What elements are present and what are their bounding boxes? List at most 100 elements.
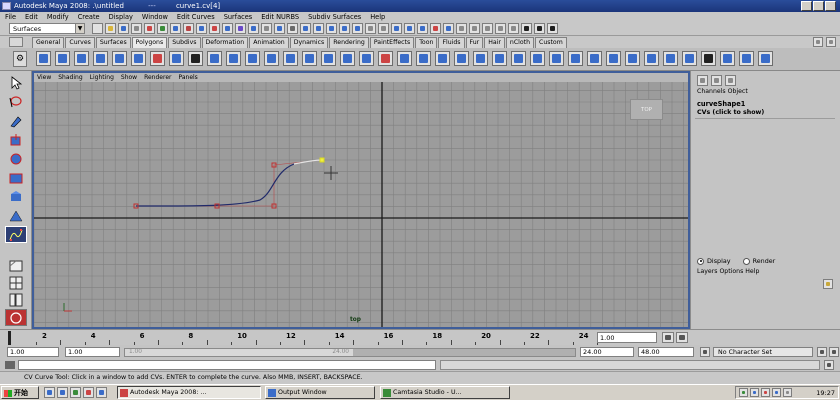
checker-icon-2[interactable] <box>534 23 545 34</box>
go-to-start-icon[interactable] <box>662 332 674 343</box>
viewport-menu-renderer[interactable]: Renderer <box>144 73 171 82</box>
paint-select-tool[interactable] <box>5 112 27 129</box>
layer-menus[interactable]: Layers Options Help <box>697 268 759 275</box>
menu-subdiv-surfaces[interactable]: Subdiv Surfaces <box>308 12 361 22</box>
shelf-polygon-tool-icon-12[interactable] <box>245 51 260 66</box>
channel-box-icon[interactable] <box>697 75 708 86</box>
shelf-polygon-tool-icon-38[interactable] <box>739 51 754 66</box>
shelf-polygon-tool-icon-14[interactable] <box>283 51 298 66</box>
anim-settings-icon[interactable] <box>829 347 839 357</box>
render-settings-icon[interactable] <box>443 23 454 34</box>
shelf-polygon-tool-icon-20[interactable] <box>397 51 412 66</box>
scale-tool[interactable] <box>5 169 27 186</box>
manipulator-tool[interactable] <box>5 188 27 205</box>
shelf-tab-deformation[interactable]: Deformation <box>201 37 249 48</box>
shelf-polygon-tool-icon-9[interactable] <box>188 51 203 66</box>
viewport-menu-show[interactable]: Show <box>121 73 137 82</box>
lock-selection-icon[interactable] <box>274 23 285 34</box>
shelf-polygon-tool-icon-37[interactable] <box>720 51 735 66</box>
menu-edit-curves[interactable]: Edit Curves <box>177 12 215 22</box>
gear-icon[interactable]: ⚙ <box>13 51 27 67</box>
lasso-tool[interactable] <box>5 93 27 110</box>
last-tool[interactable] <box>5 226 27 243</box>
select-joints-icon[interactable] <box>183 23 194 34</box>
soft-mod-tool[interactable] <box>5 207 27 224</box>
shelf-polygon-tool-icon-34[interactable] <box>663 51 678 66</box>
shelf-polygon-tool-icon-8[interactable] <box>169 51 184 66</box>
viewport-canvas[interactable]: TOP top <box>34 82 688 327</box>
shelf-tab-curves[interactable]: Curves <box>65 37 95 48</box>
checker-icon[interactable] <box>521 23 532 34</box>
shelf-polygon-tool-icon-22[interactable] <box>435 51 450 66</box>
shelf-polygon-tool-icon-39[interactable] <box>758 51 773 66</box>
viewport-menu-view[interactable]: View <box>37 73 51 82</box>
step-back-icon[interactable] <box>676 332 688 343</box>
mel-toggle-button[interactable] <box>5 361 15 369</box>
menu-file[interactable]: File <box>5 12 16 22</box>
shelf-tab-animation[interactable]: Animation <box>249 37 289 48</box>
shelf-polygon-tool-icon-15[interactable] <box>302 51 317 66</box>
view-cube-top[interactable]: TOP <box>630 99 663 120</box>
maximize-button[interactable] <box>813 1 824 11</box>
shelf-polygon-tool-icon-25[interactable] <box>492 51 507 66</box>
task-camtasia[interactable]: Camtasia Studio - U... <box>380 386 510 399</box>
make-live-icon[interactable] <box>352 23 363 34</box>
snap-view-plane-icon[interactable] <box>339 23 350 34</box>
render-current-icon[interactable] <box>417 23 428 34</box>
shelf-tab-fur[interactable]: Fur <box>465 37 484 48</box>
select-hierarchy-icon[interactable] <box>131 23 142 34</box>
range-handle[interactable]: 1.00 24.00 <box>125 349 353 356</box>
tool-settings-icon-2[interactable] <box>725 75 736 86</box>
shelf-polygon-tool-icon-17[interactable] <box>340 51 355 66</box>
select-object-icon[interactable] <box>144 23 155 34</box>
cvs-click-to-show[interactable]: CVs (click to show) <box>697 109 764 116</box>
shelf-polygon-tool-icon-16[interactable] <box>321 51 336 66</box>
shelf-polygon-tool-icon-3[interactable] <box>74 51 89 66</box>
select-tool[interactable] <box>5 74 27 91</box>
shelf-polygon-tool-icon-32[interactable] <box>625 51 640 66</box>
playback-end-field[interactable]: 24.00 <box>580 347 634 357</box>
shelf-polygon-tool-icon-31[interactable] <box>606 51 621 66</box>
four-pane-layout[interactable] <box>5 274 27 291</box>
move-tool[interactable] <box>5 131 27 148</box>
command-input[interactable] <box>18 360 436 370</box>
save-scene-icon[interactable] <box>118 23 129 34</box>
shelf-polygon-tool-icon-27[interactable] <box>530 51 545 66</box>
tray-icon-2[interactable] <box>750 388 759 397</box>
close-button[interactable] <box>825 1 836 11</box>
shelf-polygon-tool-icon-21[interactable] <box>416 51 431 66</box>
construction-history-icon[interactable] <box>391 23 402 34</box>
shelf-polygon-tool-icon-29[interactable] <box>568 51 583 66</box>
menu-modify[interactable]: Modify <box>47 12 69 22</box>
shelf-options-icon[interactable] <box>813 37 823 47</box>
shelf-polygon-tool-icon-19[interactable] <box>378 51 393 66</box>
outliner-layout[interactable] <box>5 291 27 308</box>
render-view-icon[interactable] <box>404 23 415 34</box>
quick-selection-icon[interactable] <box>456 23 467 34</box>
script-editor-icon[interactable] <box>824 360 834 370</box>
anim-prefs-icon[interactable] <box>700 347 710 357</box>
checker-icon-3[interactable] <box>547 23 558 34</box>
shelf-polygon-tool-icon-1[interactable] <box>36 51 51 66</box>
select-surfaces-icon[interactable] <box>209 23 220 34</box>
menu-window[interactable]: Window <box>142 12 168 22</box>
shelf-polygon-tool-icon-4[interactable] <box>93 51 108 66</box>
ipr-render-icon[interactable] <box>430 23 441 34</box>
menu-edit[interactable]: Edit <box>25 12 38 22</box>
shelf-tab-hair[interactable]: Hair <box>484 37 505 48</box>
output-operations-icon[interactable] <box>378 23 389 34</box>
channel-box-toggle-icon[interactable] <box>508 23 519 34</box>
select-handles-icon[interactable] <box>170 23 181 34</box>
current-frame-field[interactable]: 1.00 <box>597 332 657 343</box>
shelf-tab-general[interactable]: General <box>32 37 65 48</box>
channel-box-menus[interactable]: Channels Object <box>697 88 748 95</box>
single-pane-layout[interactable] <box>5 257 27 274</box>
tray-icon-3[interactable] <box>761 388 770 397</box>
show-desktop-icon[interactable] <box>44 387 55 398</box>
shelf-tab-custom[interactable]: Custom <box>535 37 567 48</box>
select-dynamics-icon[interactable] <box>235 23 246 34</box>
playback-start-field[interactable]: 1.00 <box>65 347 120 357</box>
open-scene-icon[interactable] <box>105 23 116 34</box>
tool-settings-icon[interactable] <box>495 23 506 34</box>
range-track[interactable]: 1.00 24.00 <box>124 348 576 357</box>
